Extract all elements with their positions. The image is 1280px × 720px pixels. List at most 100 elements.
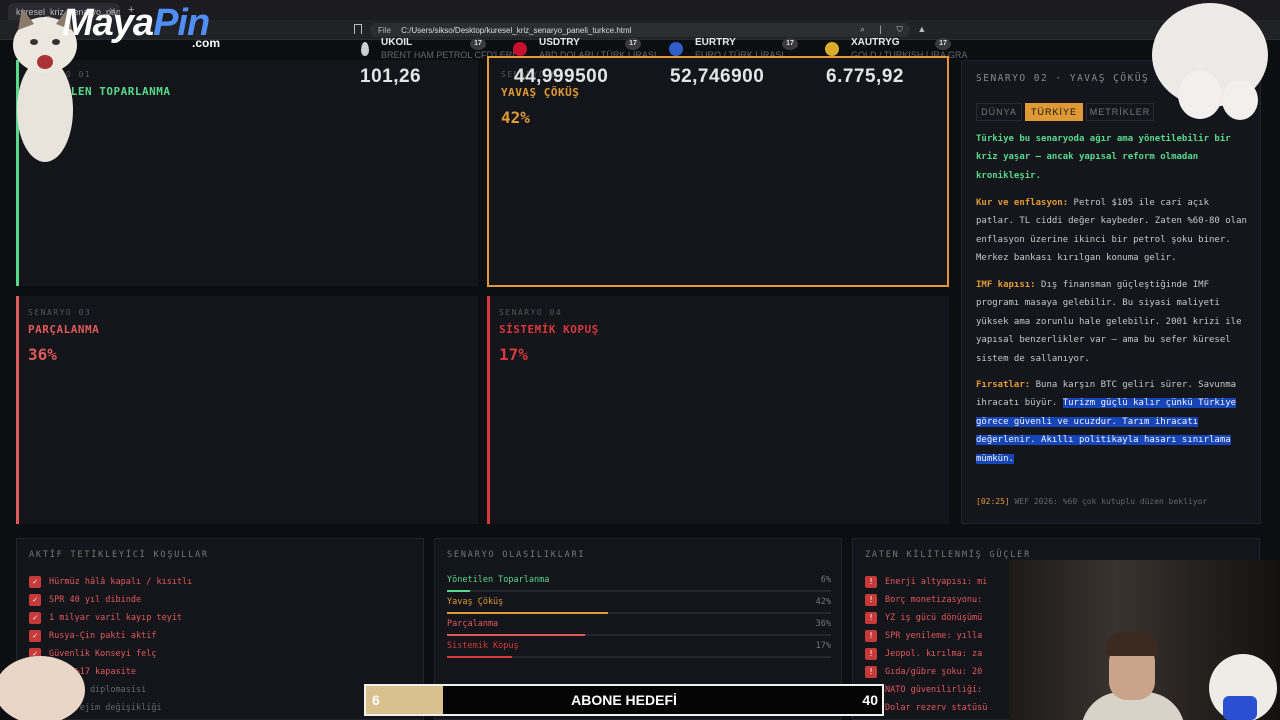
footer-time: [02:25]	[976, 497, 1010, 506]
price-ukoil: 101,26	[360, 66, 422, 87]
warning-icon: !	[865, 648, 877, 660]
address-bar[interactable]: File C:/Users/sikso/Desktop/kuresel_kriz…	[370, 23, 910, 37]
footer-text: WEF 2026: %60 çok kutuplu düzen bekliyor	[1014, 497, 1208, 506]
intro-text: Türkiye bu senaryoda ağır ama yönetilebi…	[976, 134, 1231, 181]
probability-value: 6%	[820, 575, 831, 585]
warning-icon: !	[865, 612, 877, 624]
scenario-card-2-selected[interactable]: SENARYO 02 YAVAŞ ÇÖKÜŞ 42%	[487, 56, 949, 287]
imf-label: IMF kapısı:	[976, 280, 1036, 290]
scenario-color-bar	[16, 296, 19, 524]
probability-fill	[447, 634, 586, 636]
file-protocol-label: File	[378, 26, 391, 35]
trigger-text: 1 milyar varil kayıp teyit	[49, 613, 183, 623]
probability-row: Yönetilen Toparlanma 6%	[447, 575, 831, 592]
detail-paragraph-currency: Kur ve enflasyon: Petrol $105 ile cari a…	[976, 194, 1252, 268]
goal-target: 40	[862, 692, 878, 708]
warning-icon: !	[865, 666, 877, 678]
scenario-detail-panel: SENARYO 02 · YAVAŞ ÇÖKÜŞ DÜNYA TÜRKİYE M…	[961, 60, 1261, 524]
probability-name: Sistemik Kopuş	[447, 641, 519, 651]
opportunities-label: Fırsatlar:	[976, 380, 1031, 390]
warning-icon: !	[865, 594, 877, 606]
cat-sticker-top-right	[1152, 3, 1268, 120]
probability-name: Parçalanma	[447, 619, 499, 629]
probability-track	[447, 590, 831, 592]
detail-intro: Türkiye bu senaryoda ağır ama yönetilebi…	[976, 130, 1252, 185]
ticker-symbol: XAUTRYG	[851, 37, 900, 48]
price-usdtry: 44,999500	[514, 66, 609, 87]
probability-row: Yavaş Çöküş 42%	[447, 597, 831, 614]
ticker-symbol: UKOIL	[381, 37, 413, 48]
address-bar-icons[interactable]: ⌕ | ⛉ ▲	[860, 24, 932, 35]
detail-footer: [02:25] WEF 2026: %60 çok kutuplu düzen …	[976, 497, 1207, 506]
probability-row: Sistemik Kopuş 17%	[447, 641, 831, 658]
triggers-title: AKTİF TETİKLEYİCİ KOŞULLAR	[29, 550, 209, 560]
detail-title: SENARYO 02 · YAVAŞ ÇÖKÜŞ	[976, 73, 1150, 84]
tradingview-icon: 17	[470, 38, 486, 50]
subscriber-goal-bar: 6 ABONE HEDEFİ 40	[364, 684, 884, 716]
tradingview-icon: 17	[782, 38, 798, 50]
check-icon: ✓	[29, 612, 41, 624]
oil-drop-icon	[361, 42, 369, 56]
detail-paragraph-opportunities[interactable]: Fırsatlar: Buna karşın BTC geliri sürer.…	[976, 376, 1252, 468]
probability-fill	[447, 590, 471, 592]
probability-fill	[447, 656, 513, 658]
locked-text: Gıda/gübre şoku: 20	[885, 667, 983, 677]
scenario-number: SENARYO 04	[499, 308, 563, 317]
url-text: C:/Users/sikso/Desktop/kuresel_kriz_sena…	[401, 26, 632, 35]
price-eurtry: 52,746900	[670, 66, 765, 87]
scenario-name: SİSTEMİK KOPUŞ	[499, 323, 599, 336]
bookmark-icon[interactable]	[354, 24, 362, 34]
probability-track	[447, 656, 831, 658]
scenario-color-bar	[487, 296, 490, 524]
locked-text: Dolar rezerv statüsü	[885, 703, 988, 713]
scenario-card-4[interactable]: SENARYO 04 SİSTEMİK KOPUŞ 17%	[487, 296, 949, 524]
trigger-text: SPR 40 yıl dibinde	[49, 595, 142, 605]
imf-text: Dış finansman güçleştiğinde IMF programı…	[976, 280, 1242, 364]
tab-dunya[interactable]: DÜNYA	[976, 103, 1022, 121]
brand-logo: MayaPin	[62, 2, 210, 45]
check-icon: ✓	[29, 576, 41, 588]
eu-flag-icon	[669, 42, 683, 56]
probability-value: 17%	[815, 641, 831, 651]
ticker-symbol: EURTRY	[695, 37, 736, 48]
locked-text: SPR yenileme: yılla	[885, 631, 983, 641]
logo-main: Maya	[62, 2, 154, 44]
currency-label: Kur ve enflasyon:	[976, 198, 1069, 208]
probability-name: Yönetilen Toparlanma	[447, 575, 550, 585]
scenario-number: SENARYO 03	[28, 308, 92, 317]
scenario-percent: 36%	[28, 345, 57, 364]
probability-value: 36%	[815, 619, 831, 629]
warning-icon: !	[865, 576, 877, 588]
us-flag-icon	[513, 42, 527, 56]
trigger-text: Hürmüz hâlâ kapalı / kısıtlı	[49, 577, 193, 587]
probability-row: Parçalanma 36%	[447, 619, 831, 636]
streamer-hair	[1105, 632, 1159, 656]
probability-track	[447, 634, 831, 636]
tradingview-icon: 17	[625, 38, 641, 50]
cat-sticker-bottom-right	[1209, 654, 1277, 720]
detail-paragraph-imf: IMF kapısı: Dış finansman güçleştiğinde …	[976, 276, 1252, 368]
scenario-card-3[interactable]: SENARYO 03 PARÇALANMA 36%	[16, 296, 478, 524]
warning-icon: !	[865, 630, 877, 642]
price-xautryg: 6.775,92	[826, 66, 904, 87]
logo-suffix: .com	[192, 36, 221, 50]
probabilities-title: SENARYO OLASILIKLARI	[447, 550, 586, 560]
locked-text: NATO güvenilirliği:	[885, 685, 983, 695]
locked-text: Enerji altyapısı: mi	[885, 577, 988, 587]
probability-fill	[447, 612, 609, 614]
tab-turkiye[interactable]: TÜRKİYE	[1025, 103, 1083, 121]
ticker-symbol: USDTRY	[539, 37, 580, 48]
check-icon: ✓	[29, 594, 41, 606]
probability-track	[447, 612, 831, 614]
tradingview-icon: 17	[935, 38, 951, 50]
scenario-percent: 17%	[499, 345, 528, 364]
gold-coin-icon	[825, 42, 839, 56]
locked-text: YZ iş gücü dönüşümü	[885, 613, 983, 623]
scenario-percent: 42%	[501, 108, 530, 127]
locked-forces-title: ZATEN KİLİTLENMİŞ GÜÇLER	[865, 550, 1032, 560]
locked-text: Jeopol. kırılma: za	[885, 649, 983, 659]
ticker-item-ukoil[interactable]: UKOIL BRENT HAM PETROL CFD'LERİ 17	[355, 36, 515, 62]
cat-paw-bottom-left	[0, 656, 85, 720]
probability-name: Yavaş Çöküş	[447, 597, 504, 607]
screen: { "browser": { "tab_title": "kuresel_kri…	[0, 0, 1280, 720]
